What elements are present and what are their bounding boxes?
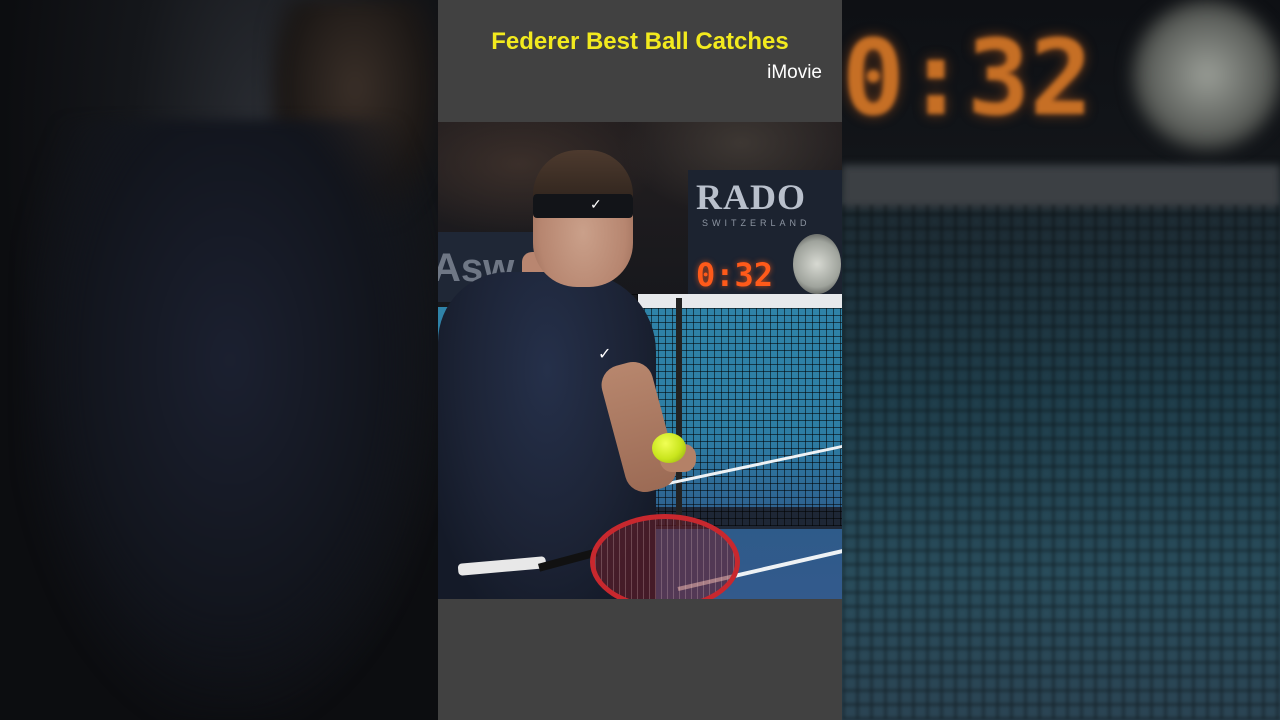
blurred-net-band [842, 165, 1280, 207]
watermark-label: iMovie [767, 62, 822, 83]
sponsor-name: RADO [696, 177, 806, 217]
blurred-clock: 0:32 [842, 17, 1093, 139]
video-frame[interactable]: Asw RADO SWITZERLAND 0:32 ✓ ✓ [438, 122, 842, 599]
blurred-dial [1132, 0, 1280, 150]
blurred-backdrop-left [0, 0, 440, 720]
racket-throat [537, 548, 599, 572]
swoosh-icon: ✓ [598, 346, 612, 363]
tennis-ball [652, 433, 686, 463]
sponsor-sub: SWITZERLAND [702, 218, 811, 228]
blurred-player [20, 120, 440, 720]
player-headband [533, 194, 633, 218]
video-player[interactable]: Federer Best Ball Catches iMovie Asw RAD… [438, 0, 842, 720]
shot-clock: 0:32 [696, 256, 774, 294]
tennis-racket [457, 514, 740, 599]
clock-dial [793, 234, 841, 294]
video-title: Federer Best Ball Catches [491, 28, 789, 55]
net-post [676, 298, 682, 526]
blurred-net-mesh [842, 205, 1280, 720]
letterbox-bottom [438, 599, 842, 720]
blurred-backdrop-right: 0:32 [842, 0, 1280, 720]
racket-head [590, 514, 740, 599]
net-tape [638, 294, 842, 308]
swoosh-icon: ✓ [590, 196, 602, 212]
